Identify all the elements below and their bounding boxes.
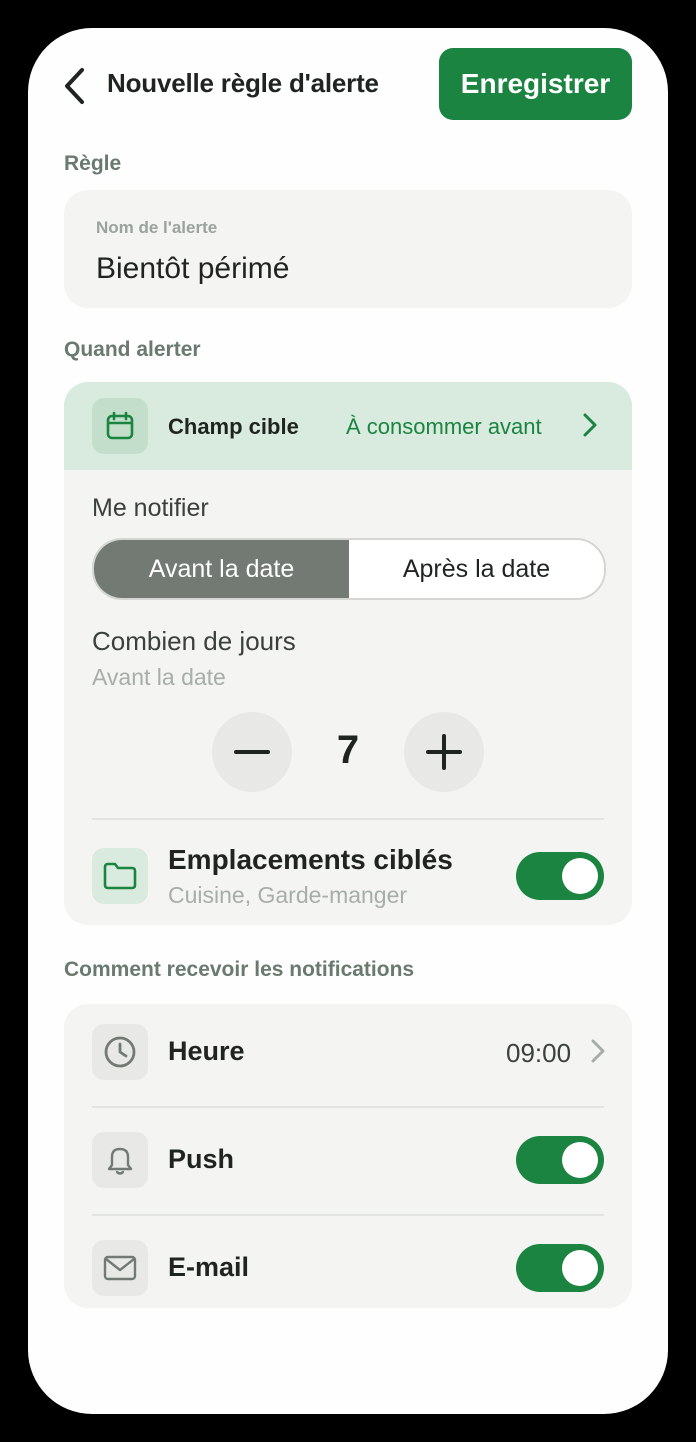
toggle-knob	[562, 858, 598, 894]
section-label-when: Quand alerter	[64, 338, 201, 361]
email-toggle[interactable]	[516, 1244, 604, 1292]
toggle-knob	[562, 1250, 598, 1286]
locations-title: Emplacements ciblés	[168, 844, 453, 875]
notify-label: Me notifier	[92, 494, 209, 522]
alert-name-label: Nom de l'alerte	[96, 218, 218, 237]
notify-segmented-control: Avant la date Après la date	[92, 538, 606, 600]
locations-toggle[interactable]	[516, 852, 604, 900]
chevron-right-icon	[591, 1039, 605, 1063]
divider	[92, 1106, 604, 1108]
toggle-knob	[562, 1142, 598, 1178]
bell-icon	[92, 1132, 148, 1188]
page-title: Nouvelle règle d'alerte	[107, 68, 379, 98]
segment-before-date[interactable]: Avant la date	[94, 540, 349, 598]
chevron-right-icon	[583, 413, 597, 437]
folder-icon	[92, 848, 148, 904]
time-label: Heure	[168, 1036, 245, 1066]
target-field-value: À consommer avant	[346, 414, 542, 439]
target-field-label: Champ cible	[168, 414, 299, 439]
section-label-rule: Règle	[64, 152, 122, 175]
target-field-row[interactable]: Champ cible À consommer avant	[64, 382, 632, 470]
minus-icon	[234, 750, 270, 754]
mail-icon	[92, 1240, 148, 1296]
alert-name-value[interactable]: Bientôt périmé	[96, 252, 289, 286]
increment-button[interactable]	[404, 712, 484, 792]
notifications-card: Heure 09:00 Push E-mail	[64, 1004, 632, 1308]
segment-after-date[interactable]: Après la date	[349, 540, 604, 598]
save-button[interactable]: Enregistrer	[439, 48, 632, 120]
clock-icon	[92, 1024, 148, 1080]
calendar-icon	[92, 398, 148, 454]
back-button[interactable]	[56, 66, 92, 106]
plus-icon	[426, 734, 462, 770]
divider	[92, 1214, 604, 1216]
when-card: Champ cible À consommer avant Me notifie…	[64, 382, 632, 925]
days-label: Combien de jours	[92, 626, 296, 656]
alert-name-field[interactable]: Nom de l'alerte Bientôt périmé	[64, 190, 632, 308]
chevron-left-icon	[65, 68, 84, 104]
days-sublabel: Avant la date	[92, 664, 226, 690]
decrement-button[interactable]	[212, 712, 292, 792]
section-label-notifications: Comment recevoir les notifications	[64, 958, 415, 981]
time-value[interactable]: 09:00	[506, 1038, 571, 1069]
locations-subtitle: Cuisine, Garde-manger	[168, 882, 408, 908]
email-label: E-mail	[168, 1252, 250, 1282]
divider	[92, 818, 604, 820]
phone-screen: Nouvelle règle d'alerte Enregistrer Règl…	[28, 28, 668, 1414]
days-value: 7	[336, 728, 360, 772]
push-label: Push	[168, 1144, 235, 1174]
push-toggle[interactable]	[516, 1136, 604, 1184]
